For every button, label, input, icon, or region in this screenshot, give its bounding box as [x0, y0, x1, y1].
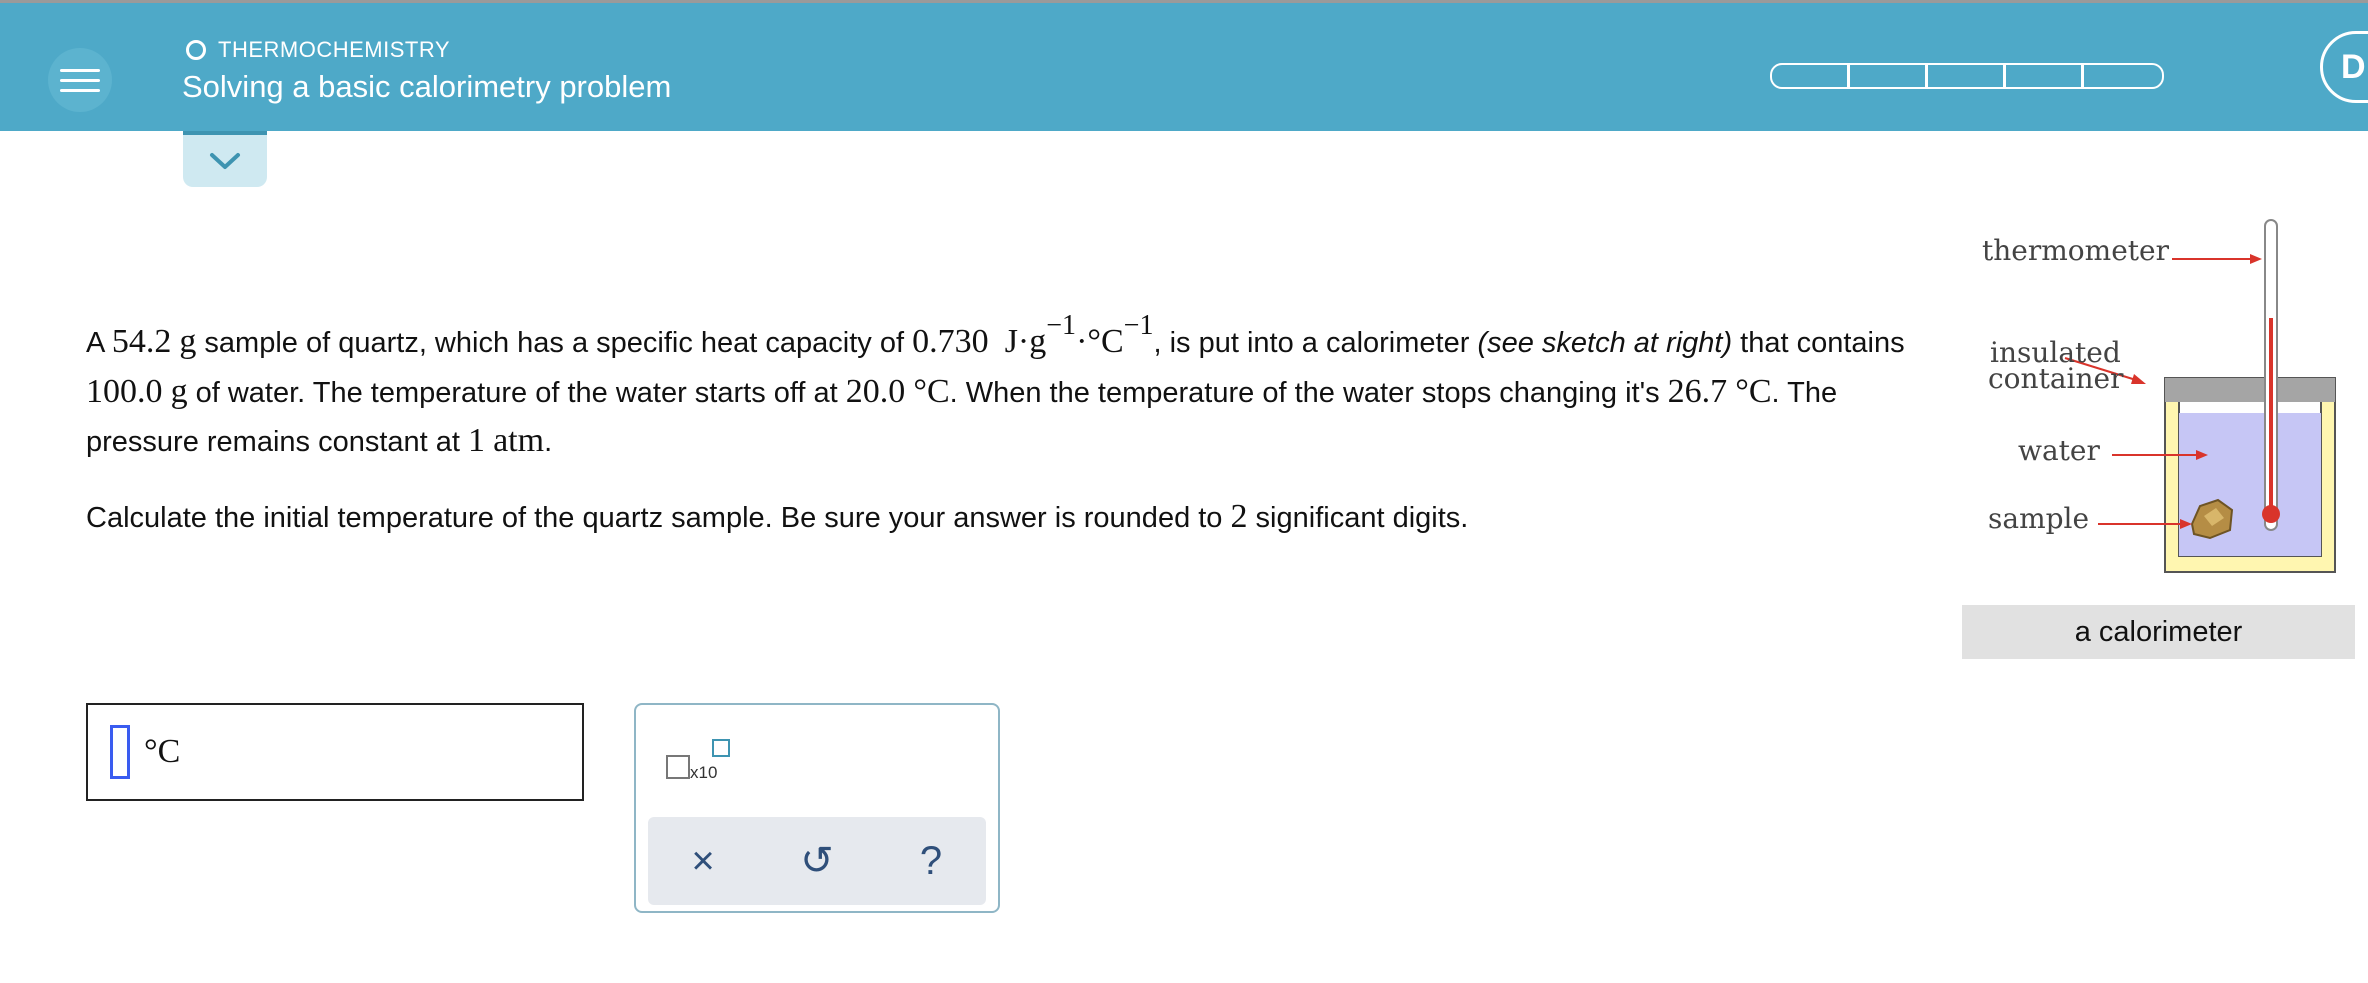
help-icon: ?: [919, 838, 943, 883]
page-title: Solving a basic calorimetry problem: [182, 69, 672, 104]
answer-unit: °C: [144, 733, 181, 770]
math-keypad: x10 × ↺ ?: [634, 703, 1000, 913]
progress-segment: [1928, 65, 2006, 87]
progress-segment: [1772, 65, 1850, 87]
menu-button[interactable]: [48, 48, 112, 112]
keypad-toolbar: × ↺ ?: [648, 817, 986, 905]
collapse-toggle[interactable]: [183, 131, 267, 187]
sketch-reference: (see sketch at right): [1477, 327, 1733, 359]
user-initial: D: [2341, 47, 2366, 86]
exponent-box-icon: [712, 739, 730, 757]
progress-bar: [1770, 63, 2164, 89]
input-cursor[interactable]: [110, 725, 130, 779]
problem-statement: A 54.2 g sample of quartz, which has a s…: [86, 310, 1905, 459]
x10-label: x10: [690, 763, 718, 782]
circle-icon: [186, 40, 206, 60]
topic-text: THERMOCHEMISTRY: [218, 37, 450, 62]
sketch-caption: a calorimeter: [1962, 605, 2355, 659]
topic-label: THERMOCHEMISTRY: [186, 37, 450, 63]
progress-segment: [2006, 65, 2084, 87]
menu-icon: [60, 68, 100, 72]
progress-segment: [1850, 65, 1928, 87]
base-box-icon: [666, 755, 690, 779]
close-icon: ×: [691, 838, 715, 883]
undo-button[interactable]: ↺: [777, 817, 857, 905]
container-label: container: [1988, 362, 2124, 395]
sample-label: sample: [1988, 502, 2090, 535]
thermometer-label: thermometer: [1982, 234, 2169, 267]
question-text: Calculate the initial temperature of the…: [86, 498, 1469, 535]
undo-icon: ↺: [800, 839, 834, 883]
chevron-down-icon: [210, 153, 240, 169]
progress-segment: [2084, 65, 2162, 87]
scientific-notation-button[interactable]: x10: [666, 737, 736, 787]
water-label: water: [2018, 434, 2100, 467]
help-button[interactable]: ?: [891, 817, 971, 905]
user-menu-button[interactable]: D: [2320, 31, 2368, 103]
clear-button[interactable]: ×: [663, 817, 743, 905]
header-bar: THERMOCHEMISTRY Solving a basic calorime…: [0, 3, 2368, 131]
calorimeter-sketch: thermometer insulated container water sa…: [1960, 208, 2360, 578]
answer-input[interactable]: °C: [86, 703, 584, 801]
